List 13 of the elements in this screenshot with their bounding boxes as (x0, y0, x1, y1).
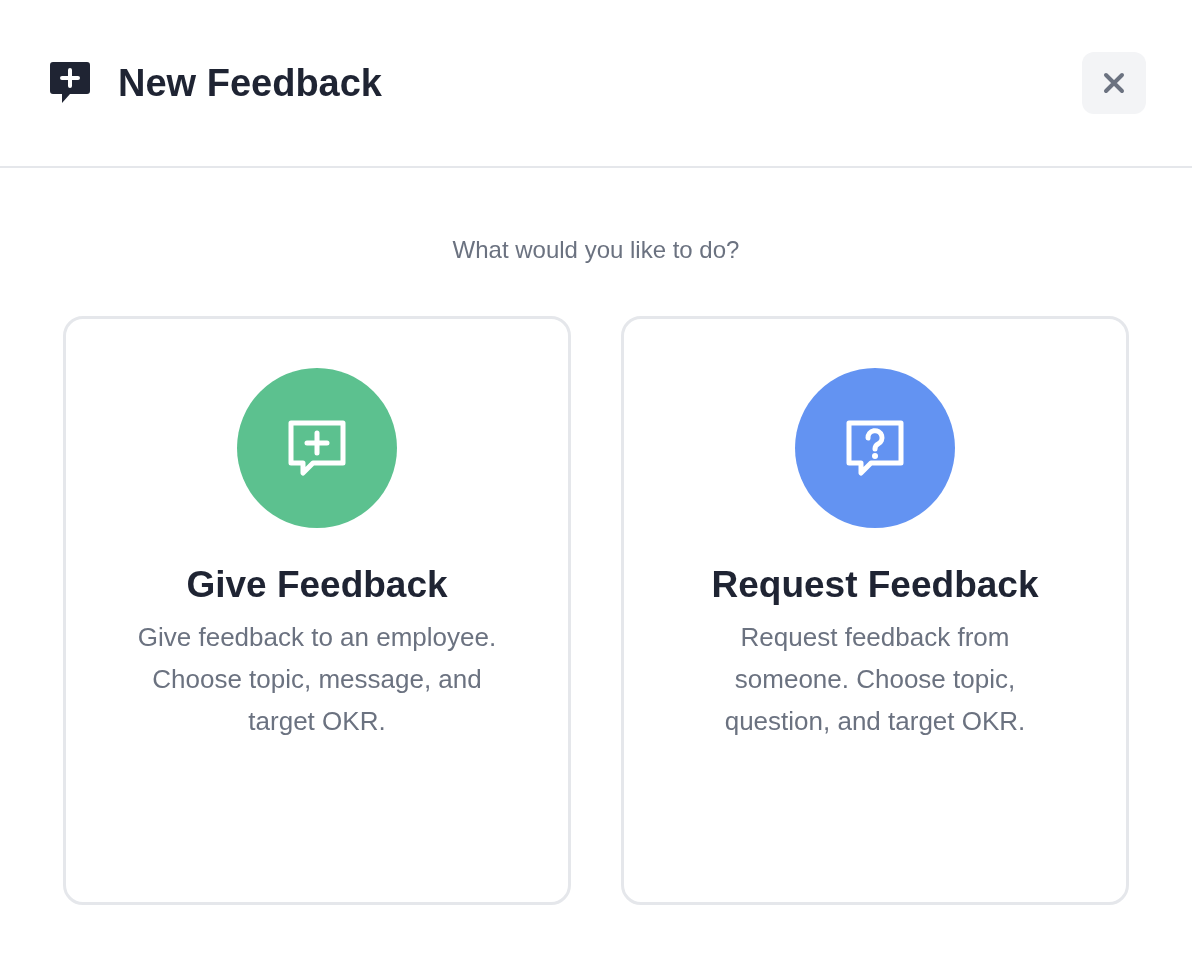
option-title: Give Feedback (186, 564, 448, 606)
comment-question-icon (845, 418, 905, 478)
comment-plus-icon (50, 62, 90, 104)
option-card[interactable]: Give Feedback Give feedback to an employee. Choose topic, message, and target OKR. (63, 316, 571, 905)
close-button[interactable] (1082, 52, 1146, 114)
option-title: Request Feedback (711, 564, 1039, 606)
prompt-text: What would you like to do? (451, 236, 741, 264)
close-icon (1103, 72, 1125, 94)
comment-plus-icon (287, 418, 347, 478)
option-description: Request feedback from someone. Choose topic, question, and target OKR. (723, 621, 1027, 738)
dialog-title: New Feedback (118, 61, 383, 105)
option-card[interactable]: Request Feedback Request feedback from someone. Choose topic, question, and target OKR. (621, 316, 1129, 905)
option-description: Give feedback to an employee. Choose topic, message, and target OKR. (136, 621, 498, 738)
